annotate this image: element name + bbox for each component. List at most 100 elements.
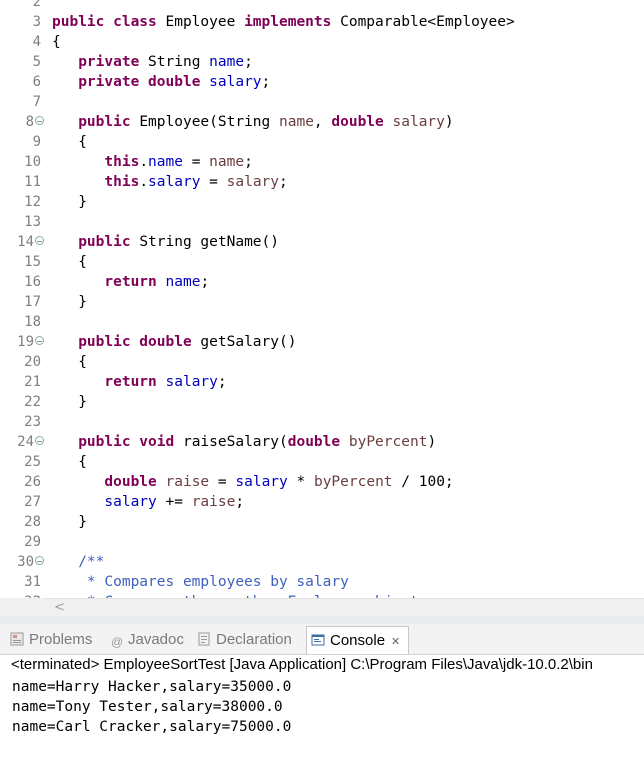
code-editor[interactable]: 2 3 public class Employee implements Compa… <box>0 0 644 598</box>
gutter-corner <box>0 598 44 616</box>
tab-problems-label: Problems <box>29 631 93 648</box>
close-icon[interactable]: ✕ <box>391 636 400 648</box>
code-line[interactable]: 6 private double salary; <box>0 72 644 92</box>
code-text: private double salary; <box>78 74 271 90</box>
code-text: { <box>52 454 87 470</box>
line-number: 18 <box>24 314 41 330</box>
code-line[interactable]: 8− public Employee(String name, double s… <box>0 112 644 132</box>
line-number: 2 <box>32 0 41 10</box>
code-line[interactable]: 18 <box>0 312 644 332</box>
tab-javadoc-label: Javadoc <box>128 631 184 648</box>
line-number: 15 <box>24 254 41 270</box>
console-status: <terminated> EmployeeSortTest [Java Appl… <box>11 656 593 673</box>
code-text: { <box>52 134 87 150</box>
code-text: salary += raise; <box>104 494 245 510</box>
code-line[interactable]: 25 { <box>0 452 644 472</box>
code-text: } <box>52 194 87 210</box>
code-line[interactable]: 7 <box>0 92 644 112</box>
line-number: 12 <box>24 194 41 210</box>
code-line[interactable]: 15 { <box>0 252 644 272</box>
code-text: return salary; <box>104 374 227 390</box>
problems-icon <box>10 630 24 646</box>
code-line[interactable]: 9 { <box>0 132 644 152</box>
tab-console[interactable]: Console ✕ <box>306 626 410 654</box>
code-text: } <box>52 394 87 410</box>
line-number: 23 <box>24 414 41 430</box>
scroll-left-arrow-icon[interactable]: < <box>54 600 65 615</box>
code-line[interactable]: 4{ <box>0 32 644 52</box>
line-number: 26 <box>24 474 41 490</box>
code-text: public void raiseSalary(double byPercent… <box>78 434 437 450</box>
code-line[interactable]: 28 } <box>0 512 644 532</box>
code-line[interactable]: 24− public void raiseSalary(double byPer… <box>0 432 644 452</box>
line-number: 5 <box>32 54 41 70</box>
code-line[interactable]: 14− public String getName() <box>0 232 644 252</box>
code-line[interactable]: 22 } <box>0 392 644 412</box>
code-line[interactable]: 30− /** <box>0 552 644 572</box>
line-number: 27 <box>24 494 41 510</box>
code-line[interactable]: 12 } <box>0 192 644 212</box>
line-number: 24 <box>17 434 34 450</box>
code-text: double raise = salary * byPercent / 100; <box>104 474 454 490</box>
code-line[interactable]: 11 this.salary = salary; <box>0 172 644 192</box>
declaration-icon <box>197 630 211 646</box>
code-line[interactable]: 21 return salary; <box>0 372 644 392</box>
bottom-tab-bar: Problems @ Javadoc Declaration Console ✕ <box>0 624 644 655</box>
horizontal-scrollbar[interactable]: < <box>44 598 644 617</box>
code-line[interactable]: 23 <box>0 412 644 432</box>
line-number: 14 <box>17 234 34 250</box>
line-number: 31 <box>24 574 41 590</box>
line-number: 28 <box>24 514 41 530</box>
code-line[interactable]: 10 this.name = name; <box>0 152 644 172</box>
tab-javadoc[interactable]: @ Javadoc <box>111 628 184 652</box>
line-number: 16 <box>24 274 41 290</box>
line-number: 22 <box>24 394 41 410</box>
code-text: { <box>52 254 87 270</box>
line-number: 29 <box>24 534 41 550</box>
code-line[interactable]: 27 salary += raise; <box>0 492 644 512</box>
fold-toggle-icon[interactable]: − <box>35 436 44 446</box>
code-text: } <box>52 514 87 530</box>
code-line[interactable]: 20 { <box>0 352 644 372</box>
code-text: this.name = name; <box>104 154 253 170</box>
code-text: public double getSalary() <box>78 334 297 350</box>
code-line[interactable]: 5 private String name; <box>0 52 644 72</box>
fold-toggle-icon[interactable]: − <box>35 556 44 566</box>
code-line[interactable]: 3 public class Employee implements Compar… <box>0 12 644 32</box>
tab-problems[interactable]: Problems <box>10 628 92 652</box>
fold-toggle-icon[interactable]: − <box>35 336 44 346</box>
code-line[interactable]: 26 double raise = salary * byPercent / 1… <box>0 472 644 492</box>
code-text: return name; <box>104 274 210 290</box>
console-output-line: name=Carl Cracker,salary=75000.0 <box>12 719 292 735</box>
code-text: /** <box>78 554 105 570</box>
code-text: * Compares employees by salary <box>86 574 349 590</box>
line-number: 10 <box>24 154 41 170</box>
line-number: 13 <box>24 214 41 230</box>
tab-declaration[interactable]: Declaration <box>197 628 292 652</box>
line-number: 17 <box>24 294 41 310</box>
console-output-line: name=Tony Tester,salary=38000.0 <box>12 699 283 715</box>
code-text: } <box>52 294 87 310</box>
code-line[interactable]: 13 <box>0 212 644 232</box>
tab-declaration-label: Declaration <box>216 631 292 648</box>
javadoc-icon: @ <box>111 635 124 649</box>
line-number: 8 <box>25 114 34 130</box>
code-line[interactable]: 16 return name; <box>0 272 644 292</box>
fold-toggle-icon[interactable]: − <box>35 236 44 246</box>
tab-console-label: Console <box>330 632 386 649</box>
console-icon <box>311 629 325 646</box>
fold-toggle-icon[interactable]: − <box>35 116 44 126</box>
code-line[interactable]: 2 <box>0 0 644 12</box>
code-line[interactable]: 29 <box>0 532 644 552</box>
line-number: 25 <box>24 454 41 470</box>
line-number: 9 <box>32 134 41 150</box>
line-number: 20 <box>24 354 41 370</box>
console-view[interactable]: <terminated> EmployeeSortTest [Java Appl… <box>0 655 644 778</box>
line-number: 3 <box>32 14 41 30</box>
code-line[interactable]: 19− public double getSalary() <box>0 332 644 352</box>
code-line[interactable]: 17 } <box>0 292 644 312</box>
line-number: 30 <box>17 554 34 570</box>
code-text: public Employee(String name, double sala… <box>78 114 454 130</box>
code-line[interactable]: 31 * Compares employees by salary <box>0 572 644 592</box>
code-text: private String name; <box>78 54 253 70</box>
